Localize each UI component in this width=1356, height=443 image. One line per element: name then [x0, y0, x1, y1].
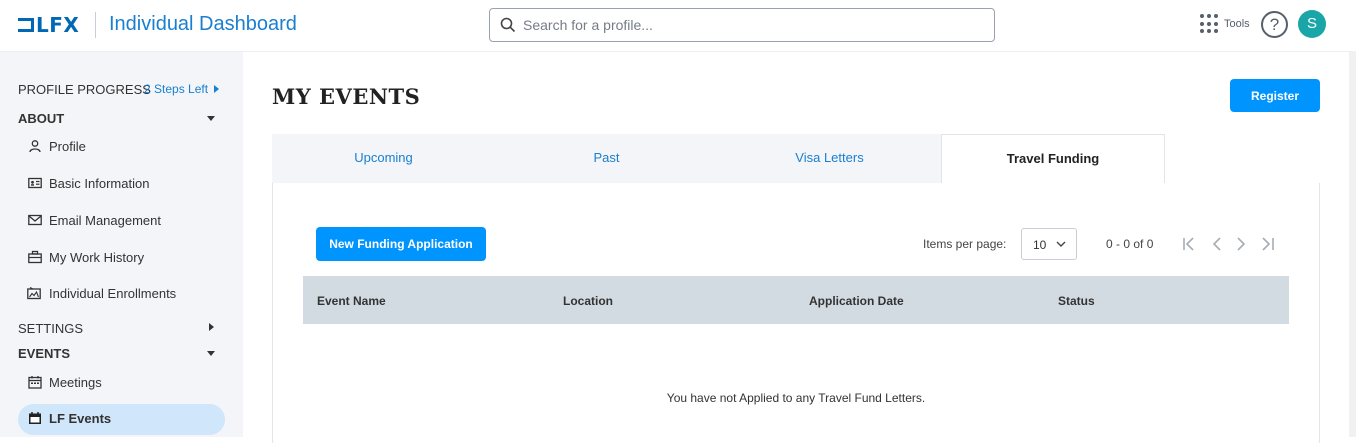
register-button[interactable]: Register [1230, 79, 1320, 112]
tools-label: Tools [1224, 18, 1250, 30]
top-bar: LFX Individual Dashboard Tools ? S [0, 0, 1356, 52]
header-divider [95, 12, 96, 38]
settings-expand-icon[interactable] [209, 323, 214, 331]
sidebar-item-label: Individual Enrollments [49, 285, 177, 301]
person-icon [29, 140, 41, 153]
tab-upcoming[interactable]: Upcoming [272, 134, 495, 184]
sidebar-item-profile[interactable]: Profile [28, 136, 86, 156]
tab-travel-funding[interactable]: Travel Funding [941, 134, 1165, 184]
tab-past[interactable]: Past [495, 134, 718, 184]
events-section-label[interactable]: EVENTS [18, 346, 70, 361]
sidebar-item-label: LF Events [49, 410, 112, 426]
sidebar-item-meetings[interactable]: Meetings [28, 372, 102, 392]
column-header-location[interactable]: Location [563, 294, 613, 308]
column-header-application-date[interactable]: Application Date [809, 294, 904, 308]
sidebar-item-label: Profile [49, 138, 86, 154]
profile-progress-label: PROFILE PROGRESS [18, 82, 151, 97]
sidebar-item-label: Meetings [49, 374, 102, 390]
steps-left-chevron-icon[interactable] [214, 85, 219, 93]
previous-page-icon[interactable] [1208, 235, 1226, 253]
page-title: MY EVENTS [272, 84, 421, 109]
about-section-label[interactable]: ABOUT [18, 111, 64, 126]
items-per-page-value: 10 [1033, 238, 1047, 252]
pagination-range: 0 - 0 of 0 [1106, 237, 1154, 251]
items-per-page-select[interactable]: 10 [1021, 228, 1077, 260]
apps-grid-icon [1200, 14, 1220, 34]
sidebar-item-basic-information[interactable]: Basic Information [28, 173, 149, 193]
envelope-icon [28, 214, 42, 226]
help-icon[interactable]: ? [1261, 11, 1288, 38]
sidebar-item-email-management[interactable]: Email Management [28, 210, 161, 230]
steps-left-link[interactable]: 2 Steps Left [144, 82, 208, 96]
last-page-icon[interactable] [1259, 235, 1277, 253]
empty-state-message: You have not Applied to any Travel Fund … [666, 391, 926, 405]
events-collapse-icon[interactable] [207, 351, 215, 356]
sidebar-item-label: Basic Information [49, 175, 150, 191]
lfx-logo-mark-icon [18, 18, 34, 32]
tab-strip-filler [1165, 134, 1320, 184]
column-header-status[interactable]: Status [1058, 294, 1095, 308]
next-page-icon[interactable] [1232, 235, 1250, 253]
calendar-icon [28, 376, 42, 389]
tab-visa-letters[interactable]: Visa Letters [718, 134, 941, 184]
app-title: Individual Dashboard [109, 13, 297, 35]
sidebar-item-label: Email Management [49, 212, 161, 228]
page-scrollbar[interactable] [1349, 52, 1356, 437]
user-avatar[interactable]: S [1298, 10, 1326, 38]
sidebar-item-label: My Work History [49, 249, 145, 265]
briefcase-icon [28, 250, 42, 264]
table-header-row: Event Name Location Application Date Sta… [303, 276, 1289, 324]
events-tabs: Upcoming Past Visa Letters Travel Fundin… [272, 134, 1320, 184]
tools-menu[interactable]: Tools [1200, 14, 1250, 34]
first-page-icon[interactable] [1180, 235, 1198, 253]
about-collapse-icon[interactable] [207, 116, 215, 121]
items-per-page-label: Items per page: [923, 237, 1007, 251]
column-header-event-name[interactable]: Event Name [317, 294, 386, 308]
profile-search[interactable] [489, 8, 995, 42]
chevron-down-icon [1056, 241, 1066, 247]
search-input[interactable] [523, 13, 983, 37]
sidebar-item-individual-enrollments[interactable]: Individual Enrollments [26, 283, 176, 303]
search-icon [500, 17, 516, 33]
enrollment-icon [27, 287, 41, 300]
new-funding-application-button[interactable]: New Funding Application [316, 227, 486, 261]
id-card-icon [28, 177, 42, 189]
calendar-filled-icon [29, 412, 41, 424]
logo-text: LFX [36, 13, 80, 37]
lfx-logo[interactable]: LFX [18, 13, 80, 37]
sidebar-item-lf-events[interactable]: LF Events [28, 408, 111, 428]
sidebar-item-work-history[interactable]: My Work History [28, 247, 144, 267]
settings-section-label[interactable]: SETTINGS [18, 321, 83, 336]
